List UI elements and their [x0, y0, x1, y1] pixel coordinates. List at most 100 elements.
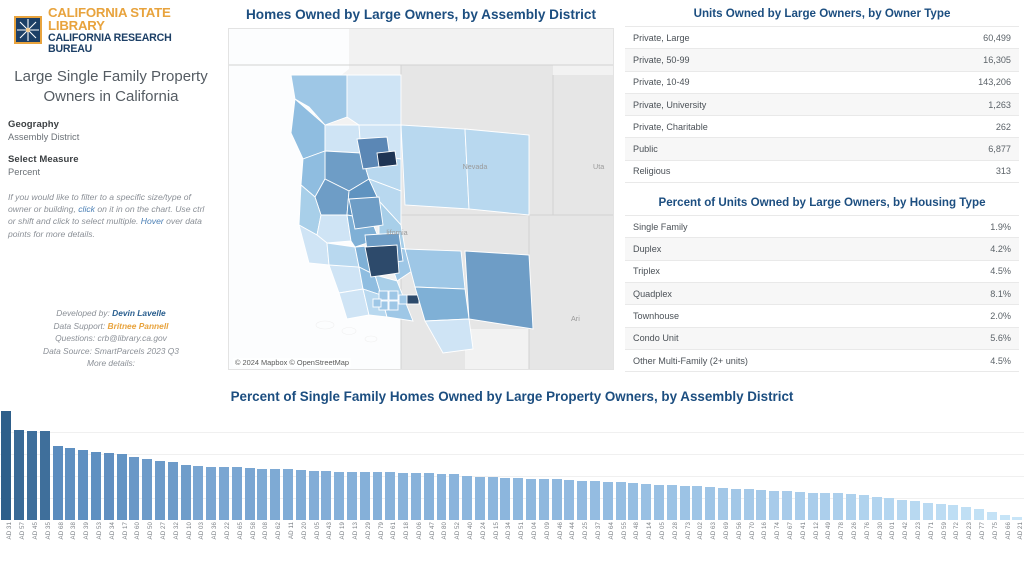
bar-column[interactable]: [486, 410, 499, 520]
credit-more-details[interactable]: More details:: [0, 357, 222, 370]
bar-column[interactable]: [371, 410, 384, 520]
bar-column[interactable]: [333, 410, 346, 520]
bar-column[interactable]: [793, 410, 806, 520]
bar[interactable]: [39, 431, 50, 520]
bar-column[interactable]: [38, 410, 51, 520]
bar-column[interactable]: [857, 410, 870, 520]
table-row[interactable]: Private, Charitable 262: [625, 115, 1019, 138]
bar-column[interactable]: [717, 410, 730, 520]
bar-column[interactable]: [960, 410, 973, 520]
bar-column[interactable]: [921, 410, 934, 520]
bar-column[interactable]: [537, 410, 550, 520]
bar-column[interactable]: [589, 410, 602, 520]
measure-value[interactable]: Percent: [8, 167, 216, 177]
bar-column[interactable]: [115, 410, 128, 520]
hint-click-link[interactable]: click: [78, 204, 95, 214]
bar[interactable]: [206, 466, 217, 520]
bar-column[interactable]: [179, 410, 192, 520]
bar-column[interactable]: [883, 410, 896, 520]
table-row[interactable]: Duplex 4.2%: [625, 237, 1019, 261]
bar[interactable]: [27, 430, 37, 520]
table-row[interactable]: Quadplex 8.1%: [625, 281, 1019, 305]
table-row[interactable]: Single Family 1.9%: [625, 215, 1019, 238]
choropleth-map[interactable]: Nevada Uta lifornia Ari © 2024 Mapbox © …: [228, 28, 614, 370]
bar-chart-plot[interactable]: [0, 410, 1024, 520]
credit-developed-name[interactable]: Devin Lavelle: [112, 308, 166, 318]
bar-column[interactable]: [512, 410, 525, 520]
bar-column[interactable]: [563, 410, 576, 520]
bar-column[interactable]: [640, 410, 653, 520]
bar-column[interactable]: [550, 410, 563, 520]
bar-column[interactable]: [422, 410, 435, 520]
geography-value[interactable]: Assembly District: [8, 132, 216, 142]
bar[interactable]: [52, 445, 63, 520]
bar[interactable]: [65, 448, 76, 520]
bar-column[interactable]: [755, 410, 768, 520]
table-row[interactable]: Religious 313: [625, 159, 1019, 184]
bar-column[interactable]: [819, 410, 832, 520]
bar-column[interactable]: [525, 410, 538, 520]
bar-column[interactable]: [141, 410, 154, 520]
bar-column[interactable]: [218, 410, 231, 520]
bar[interactable]: [78, 450, 89, 520]
bar-column[interactable]: [282, 410, 295, 520]
bar-column[interactable]: [909, 410, 922, 520]
bar-column[interactable]: [448, 410, 461, 520]
bar-column[interactable]: [576, 410, 589, 520]
bar-column[interactable]: [0, 410, 13, 520]
bar-column[interactable]: [934, 410, 947, 520]
bar[interactable]: [244, 467, 255, 520]
bar-column[interactable]: [499, 410, 512, 520]
bar-column[interactable]: [473, 410, 486, 520]
bar[interactable]: [193, 465, 204, 520]
bar-column[interactable]: [154, 410, 167, 520]
bar-column[interactable]: [410, 410, 423, 520]
bar-column[interactable]: [627, 410, 640, 520]
bar-column[interactable]: [665, 410, 678, 520]
bar-column[interactable]: [781, 410, 794, 520]
bar-column[interactable]: [102, 410, 115, 520]
bar-column[interactable]: [77, 410, 90, 520]
bar-column[interactable]: [128, 410, 141, 520]
table-row[interactable]: Private, 10-49 143,206: [625, 70, 1019, 94]
bar-column[interactable]: [320, 410, 333, 520]
bar[interactable]: [231, 467, 242, 520]
bar-column[interactable]: [294, 410, 307, 520]
bar-column[interactable]: [384, 410, 397, 520]
bar-column[interactable]: [896, 410, 909, 520]
table-row[interactable]: Condo Unit 5.6%: [625, 326, 1019, 350]
bar-column[interactable]: [704, 410, 717, 520]
bar-column[interactable]: [768, 410, 781, 520]
table-row[interactable]: Private, 50-99 16,305: [625, 48, 1019, 72]
bar-column[interactable]: [166, 410, 179, 520]
bar-column[interactable]: [1011, 410, 1024, 520]
bar-column[interactable]: [397, 410, 410, 520]
table-row[interactable]: Public 6,877: [625, 137, 1019, 161]
bar[interactable]: [129, 456, 140, 520]
bar[interactable]: [142, 459, 153, 520]
bar-column[interactable]: [806, 410, 819, 520]
bar-column[interactable]: [691, 410, 704, 520]
bar-column[interactable]: [26, 410, 39, 520]
bar-column[interactable]: [243, 410, 256, 520]
bar-column[interactable]: [346, 410, 359, 520]
table-row[interactable]: Townhouse 2.0%: [625, 304, 1019, 328]
bar[interactable]: [282, 469, 293, 520]
bar-column[interactable]: [358, 410, 371, 520]
bar-column[interactable]: [614, 410, 627, 520]
bar-column[interactable]: [192, 410, 205, 520]
credit-support-name[interactable]: Britnee Pannell: [108, 321, 169, 331]
bar-column[interactable]: [832, 410, 845, 520]
bar-column[interactable]: [678, 410, 691, 520]
bar-column[interactable]: [64, 410, 77, 520]
bar-column[interactable]: [870, 410, 883, 520]
bar-column[interactable]: [845, 410, 858, 520]
bar[interactable]: [167, 462, 178, 520]
bar-column[interactable]: [985, 410, 998, 520]
bar[interactable]: [180, 464, 191, 520]
table-row[interactable]: Triplex 4.5%: [625, 259, 1019, 283]
hint-hover-link[interactable]: Hover: [141, 216, 164, 226]
bar[interactable]: [116, 453, 127, 520]
bar[interactable]: [14, 430, 25, 520]
bar-column[interactable]: [51, 410, 64, 520]
